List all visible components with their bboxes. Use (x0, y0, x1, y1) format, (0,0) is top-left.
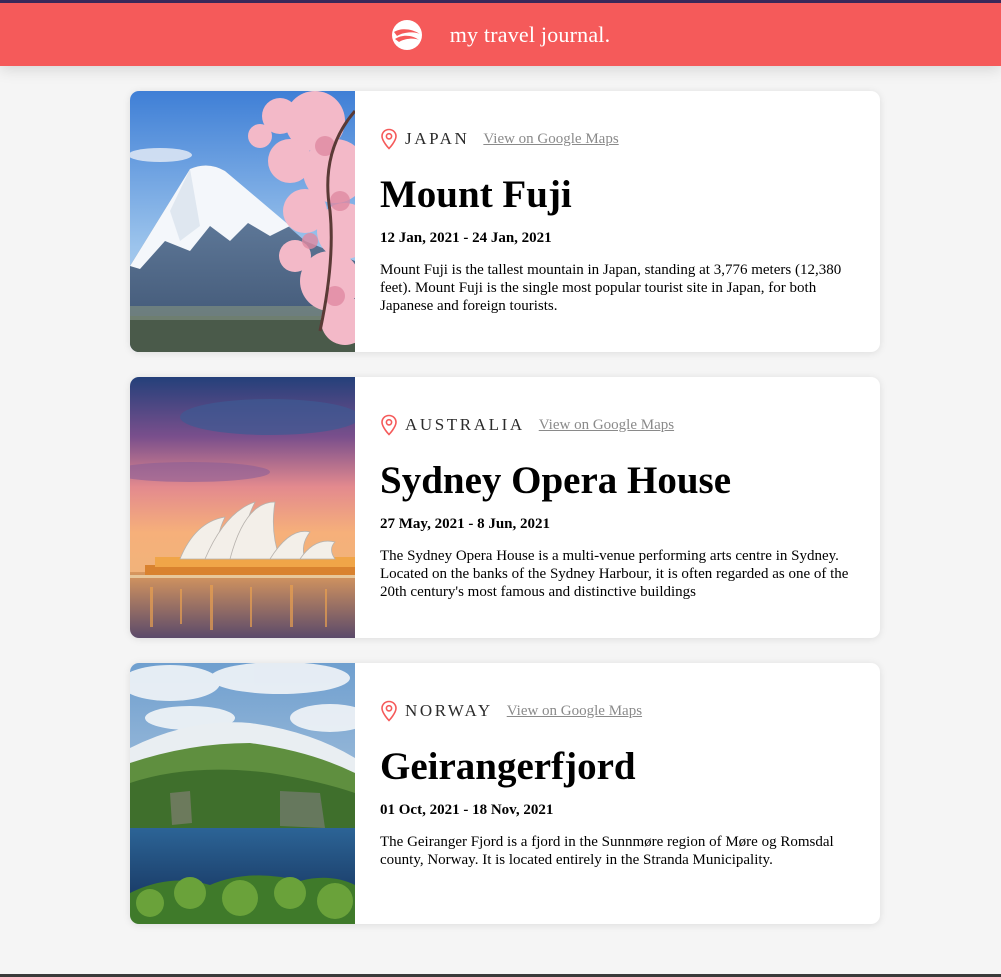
google-maps-link[interactable]: View on Google Maps (507, 703, 642, 720)
location-row: NORWAY View on Google Maps (380, 700, 642, 722)
entry-description: Mount Fuji is the tallest mountain in Ja… (380, 262, 842, 314)
google-maps-link[interactable]: View on Google Maps (483, 131, 618, 148)
entry-description: The Sydney Opera House is a multi-venue … (380, 548, 849, 600)
country-label: JAPAN (405, 129, 470, 148)
entry-title: Geirangerfjord (380, 745, 636, 788)
globe-icon (391, 19, 423, 51)
map-pin-icon (380, 128, 398, 150)
entry-photo-sydney-opera-house (130, 377, 355, 638)
entry-title: Sydney Opera House (380, 459, 732, 502)
country-label: NORWAY (405, 701, 493, 720)
entry-description: The Geiranger Fjord is a fjord in the Su… (380, 834, 834, 868)
page: my travel journal. JAPAN View on Google … (0, 0, 1001, 974)
entry-dates: 01 Oct, 2021 - 18 Nov, 2021 (380, 802, 554, 818)
journal-entry-card: JAPAN View on Google Maps Mount Fuji 12 … (130, 91, 880, 352)
entry-title: Mount Fuji (380, 173, 572, 216)
location-row: AUSTRALIA View on Google Maps (380, 414, 674, 436)
app-title: my travel journal. (449, 21, 611, 47)
location-row: JAPAN View on Google Maps (380, 128, 619, 150)
map-pin-icon (380, 414, 398, 436)
map-pin-icon (380, 700, 398, 722)
entry-photo-geirangerfjord (130, 663, 355, 924)
entry-photo-mount-fuji (130, 91, 355, 352)
journal-entry-card: NORWAY View on Google Maps Geirangerfjor… (130, 663, 880, 924)
navbar: my travel journal. (0, 3, 1001, 66)
entry-dates: 27 May, 2021 - 8 Jun, 2021 (380, 516, 551, 532)
entry-dates: 12 Jan, 2021 - 24 Jan, 2021 (380, 230, 552, 246)
journal-entry-card: AUSTRALIA View on Google Maps Sydney Ope… (130, 377, 880, 638)
google-maps-link[interactable]: View on Google Maps (539, 417, 674, 434)
country-label: AUSTRALIA (405, 415, 525, 434)
